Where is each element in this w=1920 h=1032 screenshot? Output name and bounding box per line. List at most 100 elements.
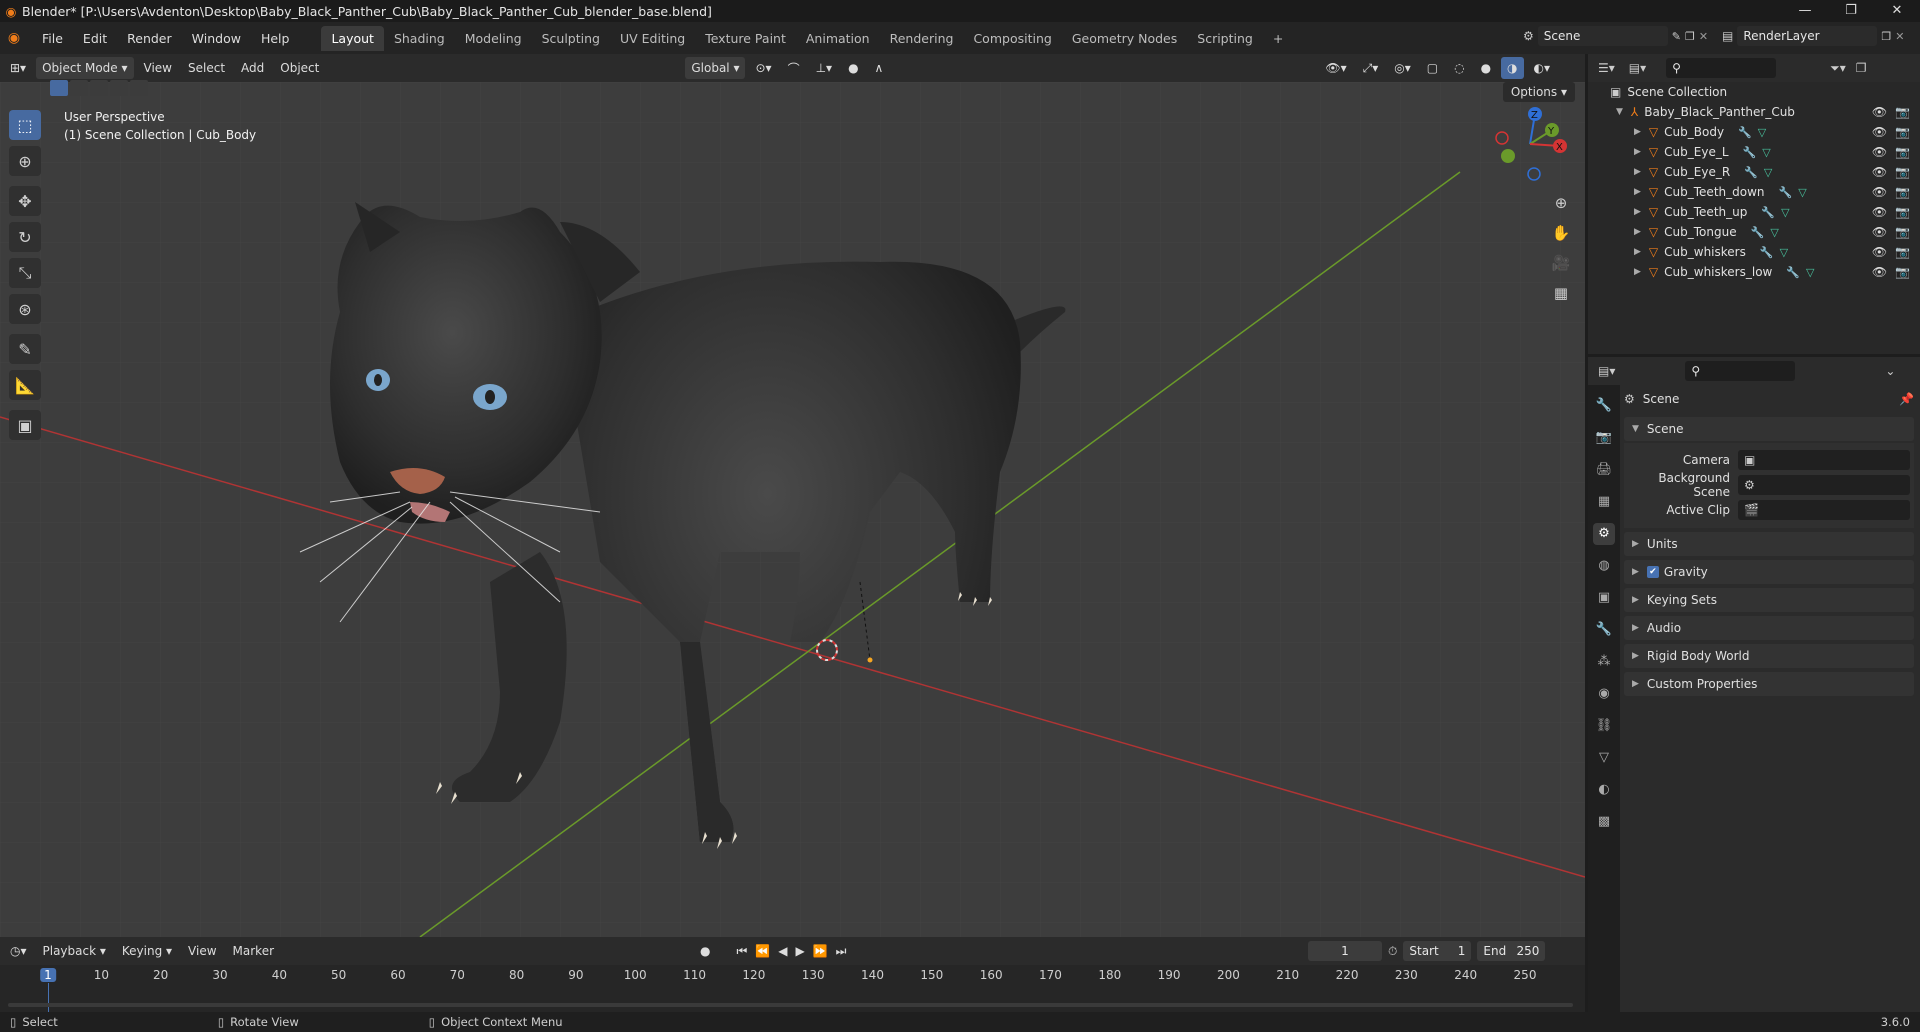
scene-tab-icon[interactable]: ⚙ (1593, 523, 1615, 545)
outliner-item[interactable]: ▶ ▽ Cub_Tongue 🔧 ▽ 👁 📷 (1588, 222, 1920, 242)
physics-tab-icon[interactable]: ◉ (1593, 683, 1615, 705)
modifier-icon[interactable]: 🔧 (1738, 126, 1752, 139)
pin-icon[interactable]: 📌 (1899, 392, 1914, 406)
menu-view-timeline[interactable]: View (182, 940, 222, 962)
record-icon[interactable]: ● (700, 944, 710, 959)
eye-icon[interactable]: 👁 (1872, 125, 1887, 139)
expand-arrow-icon[interactable]: ▶ (1634, 207, 1641, 217)
xray-icon[interactable]: ▢ (1421, 57, 1444, 79)
panel-scene[interactable]: ▼ Scene (1624, 417, 1914, 441)
add-cube-tool-icon[interactable]: ▣ (9, 410, 41, 440)
editor-type-icon[interactable]: ⊞▾ (4, 57, 32, 79)
mesh-data-icon[interactable]: ▽ (1806, 266, 1814, 279)
texture-tab-icon[interactable]: ▩ (1593, 811, 1615, 833)
modifier-icon[interactable]: 🔧 (1761, 206, 1775, 219)
tab-geometry-nodes[interactable]: Geometry Nodes (1062, 26, 1187, 51)
world-tab-icon[interactable]: ◍ (1593, 555, 1615, 577)
navigation-gizmo[interactable]: Z Y X (1490, 104, 1570, 184)
panel-audio[interactable]: ▶ Audio (1624, 616, 1914, 640)
new-collection-icon[interactable]: ❐ (1856, 61, 1867, 75)
tab-shading[interactable]: Shading (384, 26, 455, 51)
camera-view-icon[interactable]: 🎥 (1549, 254, 1573, 278)
camera-icon[interactable]: 📷 (1895, 185, 1910, 199)
object-tab-icon[interactable]: ▣ (1593, 587, 1615, 609)
outliner-item[interactable]: ▶ ▽ Cub_Teeth_up 🔧 ▽ 👁 📷 (1588, 202, 1920, 222)
mesh-data-icon[interactable]: ▽ (1764, 166, 1772, 179)
tab-uv-editing[interactable]: UV Editing (610, 26, 695, 51)
collapse-icon[interactable]: ⌄ (1885, 364, 1895, 378)
material-shading-icon[interactable]: ◑ (1501, 57, 1524, 79)
close-button[interactable]: ✕ (1874, 0, 1920, 22)
modifier-icon[interactable]: 🔧 (1786, 266, 1800, 279)
expand-arrow-icon[interactable]: ▶ (1634, 247, 1641, 257)
tab-layout[interactable]: Layout (321, 25, 384, 51)
properties-editor-icon[interactable]: ▤▾ (1598, 364, 1615, 378)
outliner-item[interactable]: ▶ ▽ Cub_whiskers 🔧 ▽ 👁 📷 (1588, 242, 1920, 262)
panel-custom-properties[interactable]: ▶ Custom Properties (1624, 672, 1914, 696)
camera-icon[interactable]: 📷 (1895, 205, 1910, 219)
select-invert-icon[interactable] (110, 80, 128, 96)
play-icon[interactable]: ▶ (795, 944, 804, 959)
select-intersect-icon[interactable] (130, 80, 148, 96)
menu-help[interactable]: Help (251, 31, 300, 46)
output-tab-icon[interactable]: 🖨 (1593, 459, 1615, 481)
camera-icon[interactable]: 📷 (1895, 105, 1910, 119)
tool-tab-icon[interactable]: 🔧 (1593, 395, 1615, 417)
timeline-scrollbar[interactable] (8, 1003, 1573, 1007)
outliner-scene-collection[interactable]: ▣ Scene Collection (1588, 82, 1920, 102)
new-layer-icon[interactable]: ❐ (1881, 30, 1891, 43)
tab-sculpting[interactable]: Sculpting (532, 26, 610, 51)
outliner-item[interactable]: ▶ ▽ Cub_Teeth_down 🔧 ▽ 👁 📷 (1588, 182, 1920, 202)
jump-end-icon[interactable]: ⏭ (836, 944, 847, 959)
tab-texture-paint[interactable]: Texture Paint (695, 26, 796, 51)
eye-icon[interactable]: 👁 (1872, 265, 1887, 279)
ortho-toggle-icon[interactable]: ▦ (1549, 284, 1573, 308)
mesh-data-icon[interactable]: ▽ (1758, 126, 1766, 139)
new-scene-icon[interactable]: ❐ (1685, 30, 1695, 43)
panel-rigid-body-world[interactable]: ▶ Rigid Body World (1624, 644, 1914, 668)
end-frame-field[interactable]: End 250 (1477, 941, 1546, 961)
menu-keying[interactable]: Keying ▾ (116, 940, 178, 962)
rendered-shading-icon[interactable]: ◐▾ (1528, 57, 1557, 79)
gravity-checkbox[interactable]: ✔ (1646, 566, 1659, 578)
start-frame-field[interactable]: Start 1 (1403, 941, 1472, 961)
active-clip-field[interactable]: 🎬 (1738, 499, 1910, 520)
panel-gravity[interactable]: ▶ ✔ Gravity (1624, 560, 1914, 584)
expand-arrow-icon[interactable]: ▶ (1634, 187, 1641, 197)
camera-field[interactable]: ▣ (1738, 449, 1910, 470)
tab-rendering[interactable]: Rendering (880, 26, 964, 51)
options-dropdown[interactable]: Options ▾ (1502, 82, 1575, 102)
transform-tool-icon[interactable]: ⊛ (9, 294, 41, 324)
camera-icon[interactable]: 📷 (1895, 165, 1910, 179)
camera-icon[interactable]: 📷 (1895, 225, 1910, 239)
zoom-icon[interactable]: ⊕ (1549, 194, 1573, 218)
camera-icon[interactable]: 📷 (1895, 265, 1910, 279)
camera-icon[interactable]: 📷 (1895, 145, 1910, 159)
orientation-dropdown[interactable]: Global ▾ (685, 57, 746, 79)
blender-menu-icon[interactable]: ◉ (0, 30, 28, 46)
display-mode-icon[interactable]: ▤▾ (1629, 61, 1646, 75)
modifier-icon[interactable]: 🔧 (1744, 166, 1758, 179)
particles-tab-icon[interactable]: ⁂ (1593, 651, 1615, 673)
view-layer-tab-icon[interactable]: ▦ (1593, 491, 1615, 513)
play-reverse-icon[interactable]: ◀ (778, 944, 787, 959)
select-subtract-icon[interactable] (90, 80, 108, 96)
eye-icon[interactable]: 👁 (1872, 205, 1887, 219)
mesh-data-icon[interactable]: ▽ (1780, 246, 1788, 259)
menu-playback[interactable]: Playback ▾ (37, 940, 112, 962)
menu-object[interactable]: Object (274, 57, 325, 79)
cursor-tool-icon[interactable]: ⊕ (9, 146, 41, 176)
outliner-item[interactable]: ▶ ▽ Cub_Eye_L 🔧 ▽ 👁 📷 (1588, 142, 1920, 162)
stopwatch-icon[interactable]: ⏱ (1388, 944, 1397, 959)
pivot-icon[interactable]: ⊙▾ (749, 57, 777, 79)
timeline-editor-icon[interactable]: ◷▾ (4, 940, 33, 962)
modifier-icon[interactable]: 🔧 (1760, 246, 1774, 259)
delete-layer-icon[interactable]: ✕ (1895, 30, 1904, 43)
eye-icon[interactable]: 👁 (1872, 165, 1887, 179)
modifier-icon[interactable]: 🔧 (1751, 226, 1765, 239)
annotate-tool-icon[interactable]: ✎ (9, 334, 41, 364)
tab-modeling[interactable]: Modeling (455, 26, 532, 51)
menu-add[interactable]: Add (235, 57, 270, 79)
falloff-icon[interactable]: ∧ (869, 57, 890, 79)
menu-view[interactable]: View (138, 57, 178, 79)
